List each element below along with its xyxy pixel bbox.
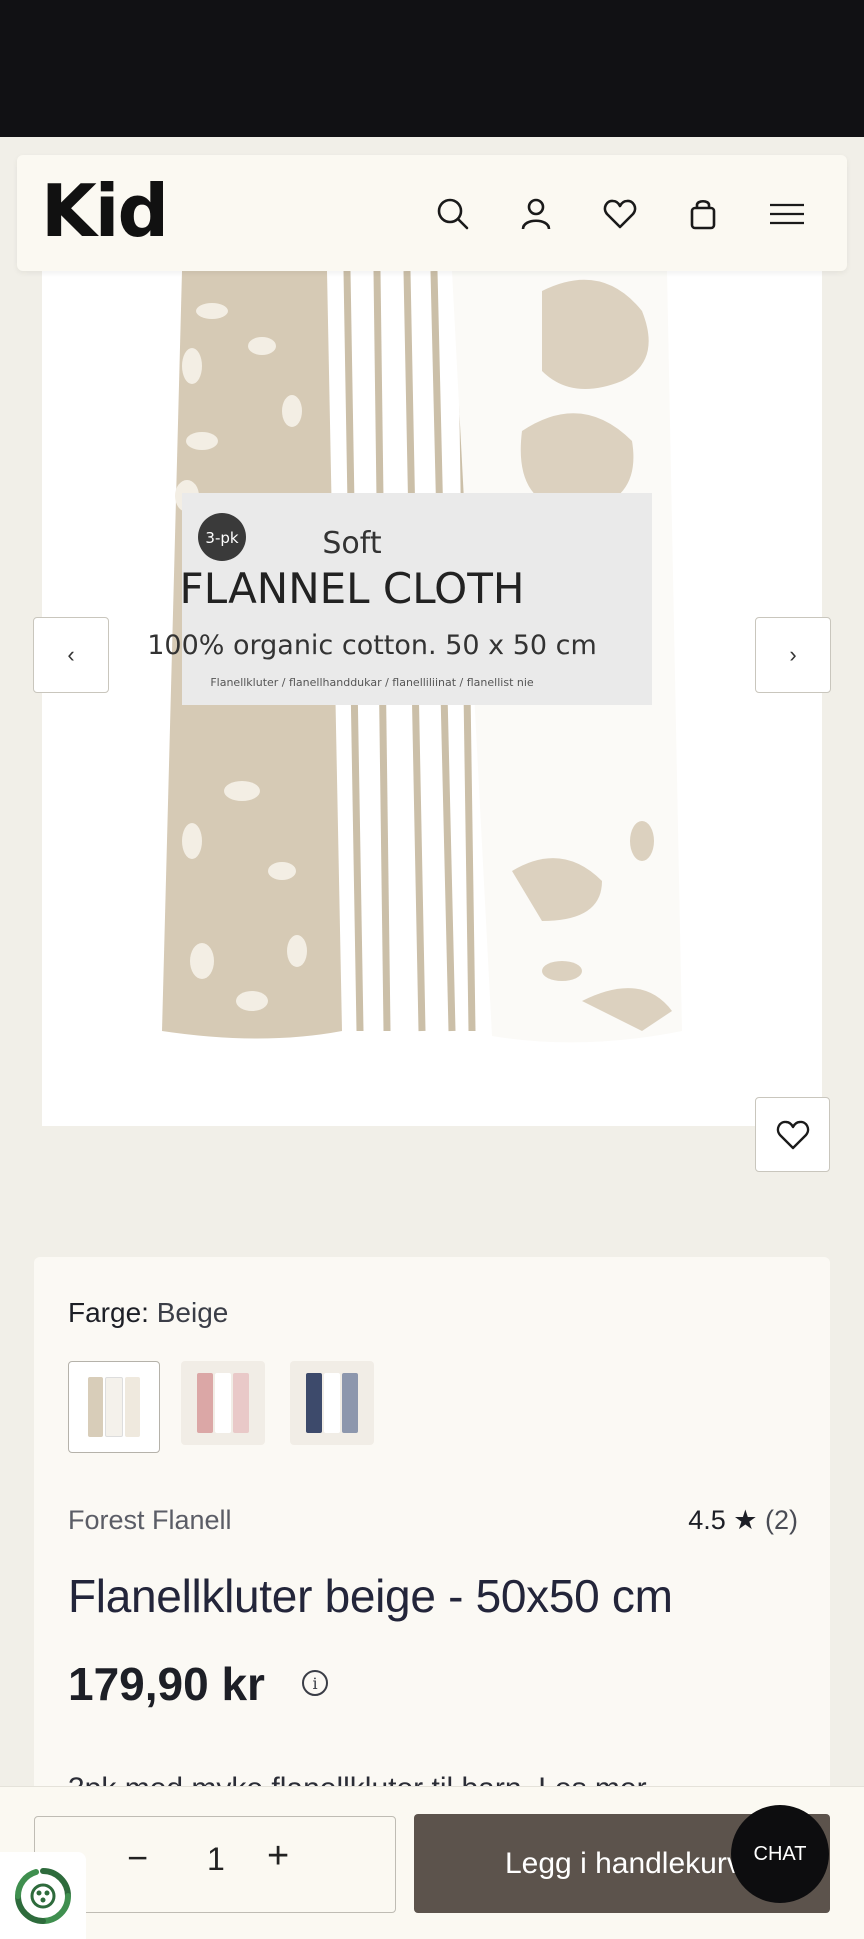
- product-image: 3-pk Soft FLANNEL CLOTH 100% organic cot…: [147, 271, 682, 1043]
- rating-count: (2): [765, 1505, 798, 1535]
- chevron-left-icon: ‹: [67, 642, 75, 667]
- quantity-value[interactable]: 1: [207, 1841, 225, 1878]
- color-swatch-rosa[interactable]: [181, 1361, 265, 1445]
- chevron-right-icon: ›: [789, 642, 797, 667]
- product-price: 179,90 kr: [68, 1658, 265, 1710]
- recycle-icon: [15, 1867, 71, 1924]
- svg-text:FLANNEL CLOTH: FLANNEL CLOTH: [180, 564, 525, 613]
- svg-text:Flanellkluter / flanellhandduk: Flanellkluter / flanellhanddukar / flane…: [210, 676, 534, 689]
- menu-icon[interactable]: [765, 192, 809, 236]
- eco-badge-icon[interactable]: [0, 1852, 86, 1939]
- increase-quantity-button[interactable]: +: [267, 1835, 289, 1878]
- color-swatch-blue[interactable]: [290, 1361, 374, 1445]
- product-title: Flanellkluter beige - 50x50 cm: [68, 1570, 673, 1622]
- kid-logo[interactable]: Kid: [41, 175, 169, 247]
- product-image-gallery[interactable]: 3-pk Soft FLANNEL CLOTH 100% organic cot…: [42, 271, 822, 1126]
- chat-button[interactable]: CHAT: [731, 1805, 829, 1903]
- color-value: Beige: [156, 1297, 229, 1328]
- account-icon[interactable]: [514, 192, 558, 236]
- svg-text:3-pk: 3-pk: [205, 529, 238, 547]
- gallery-prev-button[interactable]: ‹: [33, 617, 109, 693]
- heart-icon: [776, 1120, 809, 1149]
- product-brand[interactable]: Forest Flanell: [68, 1505, 232, 1536]
- heart-icon[interactable]: [598, 192, 642, 236]
- rating-score: 4.5 ★: [688, 1505, 758, 1535]
- decrease-quantity-button[interactable]: −: [127, 1837, 148, 1879]
- quantity-stepper: − 1 +: [34, 1816, 396, 1913]
- site-header: Kid: [17, 155, 847, 271]
- color-swatch-beige[interactable]: [68, 1361, 160, 1453]
- product-rating[interactable]: 4.5 ★ (2): [688, 1505, 798, 1536]
- product-info-card: Farge: Beige Forest Flanell 4.5 ★ (2) Fl…: [34, 1257, 830, 1805]
- add-to-wishlist-button[interactable]: [755, 1097, 830, 1172]
- svg-text:Soft: Soft: [322, 526, 381, 561]
- bag-icon[interactable]: [681, 192, 725, 236]
- search-icon[interactable]: [431, 192, 475, 236]
- color-label: Farge:: [68, 1297, 149, 1328]
- color-selector-label: Farge: Beige: [68, 1297, 228, 1329]
- price-info-icon[interactable]: i: [302, 1670, 328, 1696]
- svg-text:100% organic cotton. 50 x 50 c: 100% organic cotton. 50 x 50 cm: [147, 630, 597, 661]
- gallery-next-button[interactable]: ›: [755, 617, 831, 693]
- status-bar: [0, 0, 864, 137]
